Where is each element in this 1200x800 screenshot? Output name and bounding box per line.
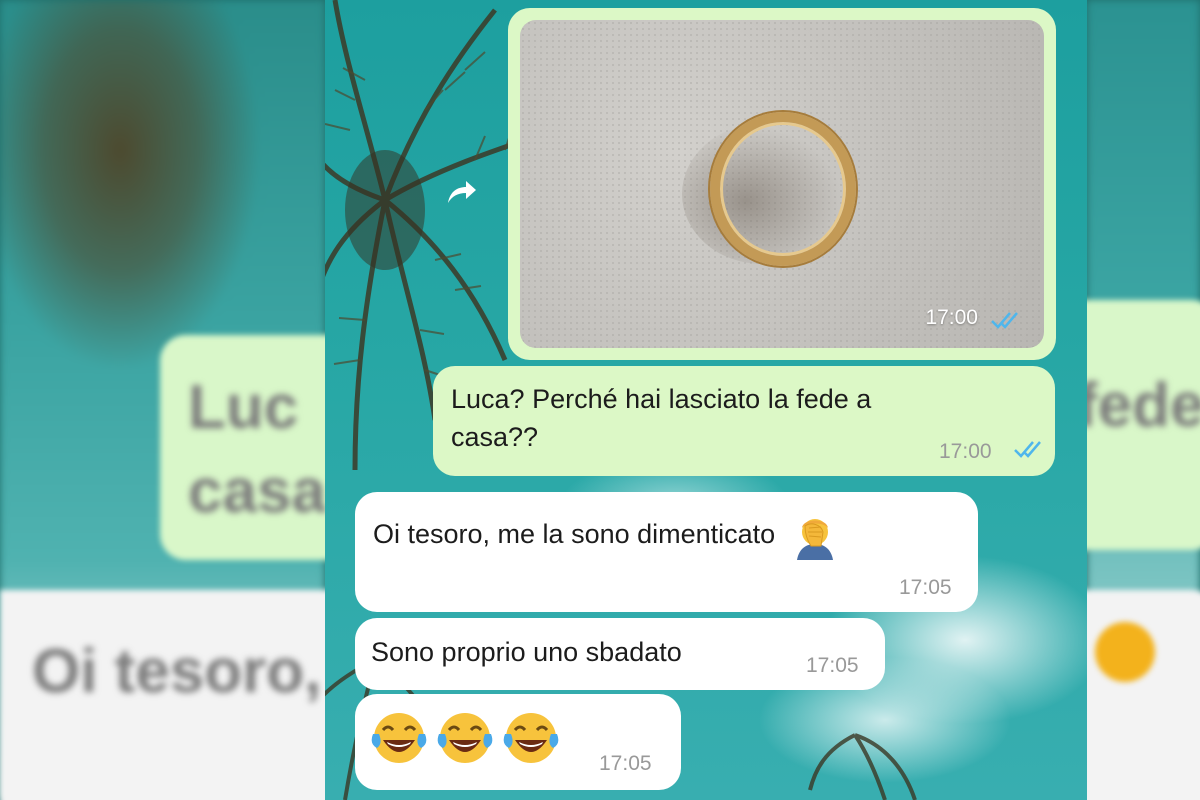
chat-conversation[interactable]: 17:00 Luca? Perché hai lasciato la fede … bbox=[325, 0, 1087, 800]
laughing-tears-emoji bbox=[371, 713, 427, 763]
message-text-line: Luca? Perché hai lasciato la fede a bbox=[451, 384, 872, 414]
laughing-tears-emoji bbox=[437, 713, 493, 763]
blurred-text: fede a bbox=[1087, 371, 1200, 440]
message-time: 17:05 bbox=[899, 576, 952, 599]
image-message-bubble[interactable]: 17:00 bbox=[508, 8, 1056, 360]
ring-photo[interactable]: 17:00 bbox=[520, 20, 1044, 348]
message-text-line: casa?? bbox=[451, 422, 539, 452]
blurred-background-right: fede a bbox=[1087, 0, 1200, 800]
facepalm-emoji bbox=[796, 519, 833, 560]
laughing-tears-emoji bbox=[503, 713, 559, 763]
message-time: 17:05 bbox=[599, 752, 652, 775]
incoming-message-bubble[interactable]: 17:05 bbox=[355, 694, 681, 790]
message-time: 17:00 bbox=[939, 440, 992, 463]
outgoing-message-bubble[interactable]: Luca? Perché hai lasciato la fede a casa… bbox=[433, 366, 1055, 476]
message-time: 17:00 bbox=[925, 306, 978, 329]
blurred-text: Luc bbox=[188, 373, 299, 442]
blurred-text: casa bbox=[188, 457, 325, 526]
message-time: 17:05 bbox=[806, 654, 859, 677]
incoming-message-bubble[interactable]: Sono proprio uno sbadato 17:05 bbox=[355, 618, 885, 690]
incoming-message-bubble[interactable]: Oi tesoro, me la sono dimenticato 17:05 bbox=[355, 492, 978, 612]
message-text: Sono proprio uno sbadato bbox=[371, 637, 682, 667]
blurred-emoji bbox=[1095, 622, 1155, 682]
double-check-icon bbox=[991, 312, 1018, 329]
double-check-icon bbox=[1014, 441, 1041, 458]
message-text: Oi tesoro, me la sono dimenticato bbox=[373, 519, 776, 550]
blurred-background-left: Luc casa Oi tesoro, bbox=[0, 0, 325, 800]
forward-button[interactable] bbox=[441, 172, 481, 212]
blurred-text: Oi tesoro, bbox=[32, 637, 322, 706]
forward-arrow-icon bbox=[448, 181, 476, 203]
wedding-ring-image bbox=[710, 112, 856, 266]
